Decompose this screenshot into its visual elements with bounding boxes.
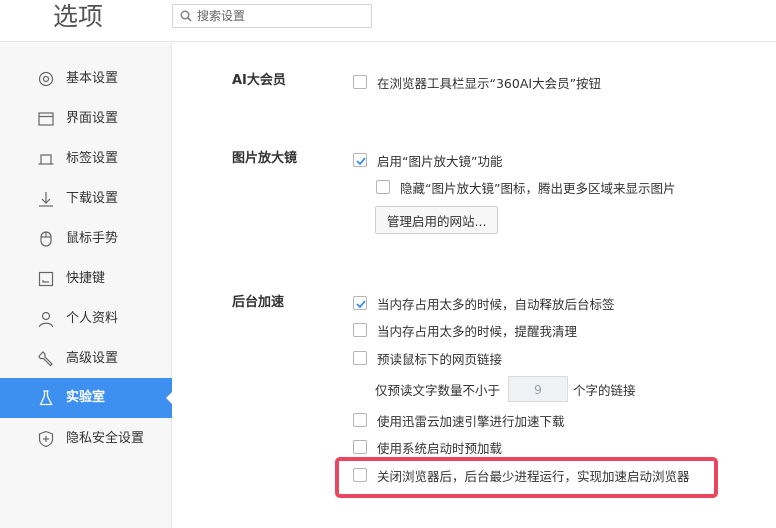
sidebar-item-label: 隐私安全设置 (66, 431, 145, 446)
option-label: 预读鼠标下的网页链接 (377, 351, 503, 367)
checkbox[interactable] (376, 180, 390, 194)
option-preload-on-startup[interactable]: 使用系统启动时预加载 (353, 437, 502, 457)
check-icon (356, 157, 366, 166)
option-label: 启用“图片放大镜”功能 (377, 153, 503, 169)
shield-icon (38, 430, 54, 448)
sidebar-item-label: 下载设置 (66, 191, 119, 206)
prefetch-suffix-label: 个字的链接 (573, 382, 636, 398)
checkbox[interactable] (353, 440, 367, 454)
option-enable-magnifier[interactable]: 启用“图片放大镜”功能 (353, 150, 502, 170)
option-xunlei-accelerate[interactable]: 使用迅雷云加速引擎进行加速下载 (353, 410, 565, 430)
checkbox[interactable] (353, 413, 367, 427)
search-box[interactable] (172, 4, 372, 28)
section-title-magnifier: 图片放大镜 (232, 151, 298, 166)
sidebar-item-label: 标签设置 (66, 151, 119, 166)
option-prefetch-links[interactable]: 预读鼠标下的网页链接 (353, 348, 502, 368)
search-icon (180, 10, 192, 22)
checkbox-checked[interactable] (353, 296, 367, 310)
main-content: AI大会员 在浏览器工具栏显示“360AI大会员”按钮 图片放大镜 启用“图片放… (173, 43, 776, 528)
check-icon (356, 300, 366, 309)
header: 选项 (0, 0, 776, 42)
checkbox[interactable] (353, 75, 367, 89)
option-label: 使用系统启动时预加载 (377, 440, 503, 456)
option-hide-magnifier-icon[interactable]: 隐藏“图片放大镜”图标，腾出更多区域来显示图片 (376, 177, 675, 197)
gear-icon (38, 71, 54, 87)
checkbox-checked[interactable] (353, 153, 367, 167)
sidebar-item-shortcuts[interactable]: 快捷键 (0, 259, 172, 299)
page-title: 选项 (53, 2, 104, 31)
sidebar-item-profile[interactable]: 个人资料 (0, 299, 172, 339)
sidebar-item-mouse-gesture[interactable]: 鼠标手势 (0, 219, 172, 259)
option-label: 当内存占用太多的时候，自动释放后台标签 (377, 296, 615, 312)
option-remind-cleanup[interactable]: 当内存占用太多的时候，提醒我清理 (353, 320, 577, 340)
sidebar-item-tabs[interactable]: 标签设置 (0, 139, 172, 179)
sidebar-item-download[interactable]: 下载设置 (0, 179, 172, 219)
search-input[interactable] (197, 7, 367, 25)
sidebar-item-label: 基本设置 (66, 71, 119, 86)
option-auto-release-tabs[interactable]: 当内存占用太多的时候，自动释放后台标签 (353, 293, 615, 313)
sidebar-item-label: 界面设置 (66, 111, 119, 126)
section-title-ai-member: AI大会员 (232, 73, 286, 88)
highlight-box (335, 457, 718, 498)
sidebar-item-label: 快捷键 (66, 271, 106, 286)
window-icon (38, 112, 54, 126)
prefetch-count-input[interactable]: 9 (508, 376, 569, 402)
sidebar-item-label: 实验室 (66, 390, 106, 405)
checkbox[interactable] (353, 323, 367, 337)
tab-icon (38, 154, 54, 165)
keyboard-icon (38, 271, 54, 287)
option-label: 隐藏“图片放大镜”图标，腾出更多区域来显示图片 (400, 180, 676, 196)
prefetch-prefix-label: 仅预读文字数量不小于 (375, 382, 501, 398)
checkbox[interactable] (353, 351, 367, 365)
sidebar-item-basic[interactable]: 基本设置 (0, 59, 172, 99)
sidebar-item-advanced[interactable]: 高级设置 (0, 339, 172, 379)
sidebar-item-interface[interactable]: 界面设置 (0, 99, 172, 139)
sidebar-item-label: 鼠标手势 (66, 231, 119, 246)
prefetch-threshold-row: 仅预读文字数量不小于 9 个字的链接 (375, 376, 636, 402)
sidebar-item-label: 个人资料 (66, 311, 119, 326)
section-title-acceleration: 后台加速 (232, 295, 285, 310)
option-label: 使用迅雷云加速引擎进行加速下载 (377, 413, 565, 429)
option-label: 在浏览器工具栏显示“360AI大会员”按钮 (377, 75, 602, 91)
manage-sites-button[interactable]: 管理启用的网站... (375, 206, 499, 234)
options-page: 选项 基本设置 界面设置 (0, 0, 776, 528)
sidebar-item-label: 高级设置 (66, 351, 119, 366)
option-label: 当内存占用太多的时候，提醒我清理 (377, 323, 578, 339)
person-icon (38, 311, 54, 328)
sidebar-item-privacy[interactable]: 隐私安全设置 (0, 419, 172, 459)
sidebar-item-lab[interactable]: 实验室 (0, 378, 172, 418)
wrench-icon (38, 351, 53, 367)
download-icon (39, 192, 53, 207)
flask-icon (39, 390, 53, 406)
sidebar: 基本设置 界面设置 标签设置 下载设置 鼠标手势 快捷键 个人资料 高级设置 实… (0, 43, 172, 528)
mouse-icon (40, 231, 52, 247)
option-show-ai-member-button[interactable]: 在浏览器工具栏显示“360AI大会员”按钮 (353, 72, 601, 92)
